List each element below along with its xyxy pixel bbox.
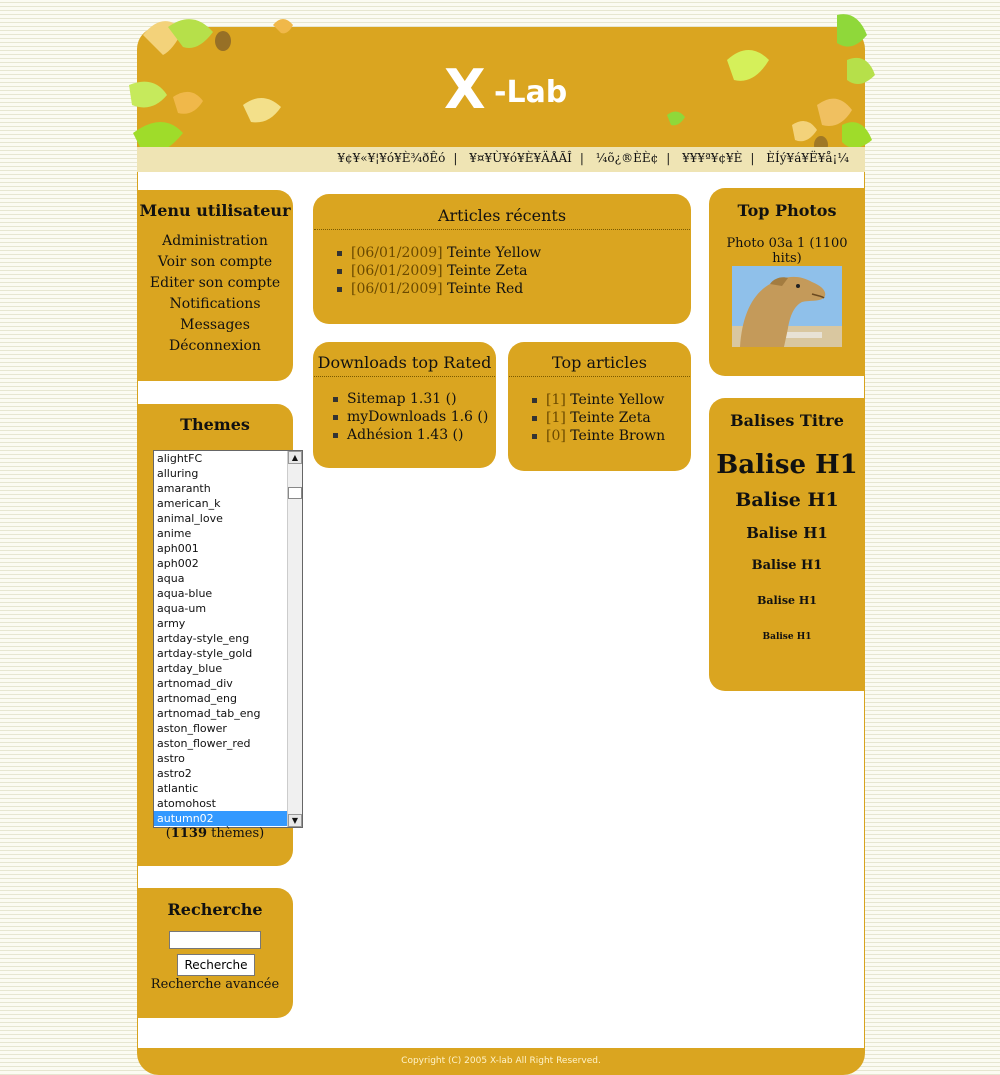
article-link[interactable]: Teinte Red	[447, 281, 523, 297]
recent-articles-block: Articles récents [06/01/2009] Teinte Yel…	[313, 194, 691, 324]
theme-option[interactable]: alluring	[154, 466, 302, 481]
camel-photo[interactable]	[732, 266, 842, 347]
article-link[interactable]: Teinte Brown	[570, 428, 665, 444]
downloads-list: Sitemap 1.31 () myDownloads 1.6 () Adhés…	[331, 390, 496, 444]
list-item[interactable]: Adhésion 1.43 ()	[331, 426, 496, 444]
search-block: Recherche Recherche Recherche avancée	[137, 888, 293, 1018]
article-link[interactable]: Teinte Yellow	[447, 245, 541, 261]
menu-item-logout[interactable]: Déconnexion	[137, 336, 293, 357]
nav-link-inbox[interactable]: ¼õ¿®ÈÈ¢	[596, 151, 658, 165]
theme-option[interactable]: aston_flower	[154, 721, 302, 736]
theme-option[interactable]: alightFC	[154, 451, 302, 466]
list-item: [1] Teinte Zeta	[530, 409, 691, 427]
theme-option[interactable]: anime	[154, 526, 302, 541]
nav-link-account[interactable]: ¥¢¥«¥¦¥ó¥È¾ðÊó	[337, 151, 445, 165]
balise-h1-level-6: Balise H1	[762, 632, 812, 642]
user-menu-list: Administration Voir son compte Editer so…	[137, 231, 293, 357]
user-menu-block: Menu utilisateur Administration Voir son…	[137, 190, 293, 381]
xlab-logo: X peko -Lab	[444, 58, 567, 120]
theme-option[interactable]: artday-style_eng	[154, 631, 302, 646]
downloads-title: Downloads top Rated	[314, 353, 495, 377]
theme-option[interactable]: artnomad_div	[154, 676, 302, 691]
theme-list-scrollbar[interactable]: ▲ ▼	[287, 451, 302, 827]
nav-link-events[interactable]: ¥¤¥Ù¥ó¥È¥ÄÅÃÎ	[469, 151, 572, 165]
search-button[interactable]: Recherche	[177, 954, 255, 976]
recent-articles-list: [06/01/2009] Teinte Yellow [06/01/2009] …	[335, 244, 691, 298]
themes-title: Themes	[180, 415, 250, 434]
theme-option[interactable]: aqua	[154, 571, 302, 586]
menu-item-view-account[interactable]: Voir son compte	[137, 252, 293, 273]
list-item: [06/01/2009] Teinte Red	[335, 280, 691, 298]
advanced-search-link[interactable]: Recherche avancée	[137, 977, 293, 992]
theme-option[interactable]: astro	[154, 751, 302, 766]
nav-link-admin-menu[interactable]: ÈÍý¥á¥Ë¥å¡¼	[766, 151, 849, 165]
list-item: [0] Teinte Brown	[530, 427, 691, 445]
theme-option[interactable]: artnomad_eng	[154, 691, 302, 706]
nav-links: ¥¢¥«¥¦¥ó¥È¾ðÊó | ¥¤¥Ù¥ó¥È¥ÄÅÃÎ | ¼õ¿®ÈÈ¢ | …	[337, 151, 849, 165]
balises-block: Balises Titre Balise H1 Balise H1 Balise…	[709, 398, 865, 691]
balise-h1-level-5: Balise H1	[757, 594, 817, 607]
list-item[interactable]: Sitemap 1.31 ()	[331, 390, 496, 408]
menu-item-messages[interactable]: Messages	[137, 315, 293, 336]
theme-option[interactable]: animal_love	[154, 511, 302, 526]
theme-option[interactable]: army	[154, 616, 302, 631]
top-photos-block: Top Photos Photo 03a 1 (1100 hits)	[709, 188, 865, 376]
theme-option[interactable]: american_k	[154, 496, 302, 511]
theme-option[interactable]: artnomad_tab_eng	[154, 706, 302, 721]
theme-option[interactable]: aston_flower_red	[154, 736, 302, 751]
theme-option[interactable]: artday_blue	[154, 661, 302, 676]
theme-option[interactable]: atomohost	[154, 796, 302, 811]
theme-option[interactable]: atlantic	[154, 781, 302, 796]
ginkgo-leaves-right-icon	[667, 14, 875, 154]
article-link[interactable]: Teinte Zeta	[447, 263, 527, 279]
balise-h1-level-2: Balise H1	[735, 489, 839, 511]
list-item: [1] Teinte Yellow	[530, 391, 691, 409]
nav-bar: ¥¢¥«¥¦¥ó¥È¾ðÊó | ¥¤¥Ù¥ó¥È¥ÄÅÃÎ | ¼õ¿®ÈÈ¢ | …	[137, 147, 865, 172]
theme-option[interactable]: artday-style_gold	[154, 646, 302, 661]
search-input[interactable]	[169, 931, 261, 949]
top-articles-title: Top articles	[509, 353, 690, 377]
menu-item-edit-account[interactable]: Editer son compte	[137, 273, 293, 294]
scroll-up-icon[interactable]: ▲	[288, 451, 302, 464]
search-title: Recherche	[167, 900, 263, 919]
balises-title: Balises Titre	[730, 411, 844, 430]
balise-h1-level-4: Balise H1	[751, 558, 823, 573]
theme-option[interactable]: autumn02	[154, 811, 302, 826]
article-link[interactable]: Teinte Zeta	[570, 410, 650, 426]
balise-h1-level-3: Balise H1	[746, 524, 828, 542]
ginkgo-leaves-left-icon	[129, 19, 293, 154]
theme-option[interactable]: aqua-blue	[154, 586, 302, 601]
theme-option[interactable]: aph001	[154, 541, 302, 556]
scrollbar-thumb[interactable]	[288, 487, 302, 499]
theme-option[interactable]: aph002	[154, 556, 302, 571]
footer: Copyright (C) 2005 X-lab All Right Reser…	[137, 1048, 865, 1075]
user-menu-title: Menu utilisateur	[139, 201, 291, 220]
themes-block: Themes alightFC alluring amaranth american_…	[137, 404, 303, 866]
top-articles-list: [1] Teinte Yellow [1] Teinte Zeta [0] Te…	[530, 391, 691, 445]
top-photos-title: Top Photos	[737, 201, 837, 220]
downloads-block: Downloads top Rated Sitemap 1.31 () myDo…	[313, 342, 496, 468]
top-articles-block: Top articles [1] Teinte Yellow [1] Teint…	[508, 342, 691, 471]
recent-articles-title: Articles récents	[314, 206, 690, 230]
themes-count: (1139 thèmes)	[165, 826, 265, 841]
list-item[interactable]: myDownloads 1.6 ()	[331, 408, 496, 426]
logo-x: X	[444, 58, 486, 120]
page: X peko -Lab ¥¢¥«¥¦¥ó¥È¾ðÊó | ¥¤¥Ù¥ó¥È¥ÄÅÃ…	[129, 0, 875, 1075]
logo-lab: -Lab	[494, 75, 567, 110]
list-item: [06/01/2009] Teinte Yellow	[335, 244, 691, 262]
theme-option[interactable]: aqua-um	[154, 601, 302, 616]
menu-item-notifications[interactable]: Notifications	[137, 294, 293, 315]
nav-link-logout[interactable]: ¥¥¥ª¥¢¥È	[682, 151, 742, 165]
theme-select-list[interactable]: alightFC alluring amaranth american_k animal…	[153, 450, 303, 828]
theme-option[interactable]: amaranth	[154, 481, 302, 496]
top-photo-caption: Photo 03a 1 (1100 hits)	[726, 236, 848, 266]
list-item: [06/01/2009] Teinte Zeta	[335, 262, 691, 280]
theme-option[interactable]: astro2	[154, 766, 302, 781]
balise-h1-level-1: Balise H1	[716, 450, 858, 480]
article-link[interactable]: Teinte Yellow	[570, 392, 664, 408]
copyright-text: Copyright (C) 2005 X-lab All Right Reser…	[401, 1056, 601, 1066]
menu-item-administration[interactable]: Administration	[137, 231, 293, 252]
